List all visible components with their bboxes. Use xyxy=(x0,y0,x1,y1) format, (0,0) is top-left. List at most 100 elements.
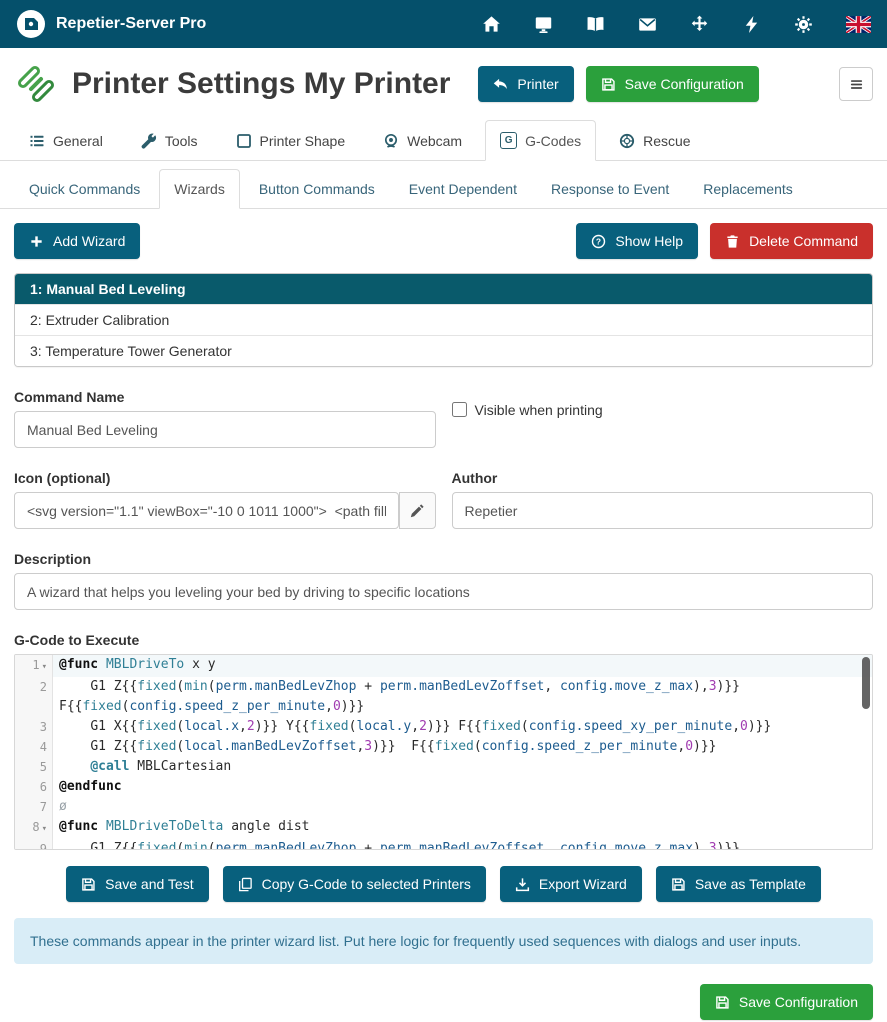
nav-home-button[interactable] xyxy=(482,15,501,34)
description-label: Description xyxy=(14,551,873,567)
button-label: Show Help xyxy=(615,233,683,249)
subtab-response-to-event[interactable]: Response to Event xyxy=(536,169,684,209)
download-icon xyxy=(515,877,530,892)
author-label: Author xyxy=(452,470,874,486)
line-number: 6 xyxy=(15,777,53,797)
save-button-label: Save Configuration xyxy=(625,76,744,92)
tab-general[interactable]: General xyxy=(14,120,118,161)
gcode-editor-lines: 1▾@func MBLDriveTo x y2 G1 Z{{fixed(min(… xyxy=(15,655,872,850)
line-number: 2 xyxy=(15,677,53,717)
home-icon xyxy=(482,15,501,34)
wizard-actions: Save and Test Copy G-Code to selected Pr… xyxy=(14,866,873,902)
mail-icon xyxy=(638,15,657,34)
top-navbar: Repetier-Server Pro xyxy=(0,0,887,48)
trash-icon xyxy=(725,234,740,249)
subtab-label: Quick Commands xyxy=(29,181,140,197)
code-line[interactable]: @func MBLDriveTo x y xyxy=(53,655,872,677)
menu-button[interactable] xyxy=(839,67,873,101)
icon-edit-button[interactable] xyxy=(399,492,436,529)
tab-rescue[interactable]: Rescue xyxy=(604,120,705,161)
save-icon xyxy=(601,77,616,92)
line-number: 8▾ xyxy=(15,817,53,839)
subtab-label: Response to Event xyxy=(551,181,669,197)
save-as-template-button[interactable]: Save as Template xyxy=(656,866,821,902)
wizard-list-item[interactable]: 2: Extruder Calibration xyxy=(15,304,872,335)
code-line[interactable]: G1 Z{{fixed(min(perm.manBedLevZhop + per… xyxy=(53,677,872,717)
subtab-wizards[interactable]: Wizards xyxy=(159,169,240,209)
save-configuration-button-bottom[interactable]: Save Configuration xyxy=(700,984,873,1020)
add-wizard-button[interactable]: Add Wizard xyxy=(14,223,140,259)
line-number: 3 xyxy=(15,717,53,737)
copy-icon xyxy=(238,877,253,892)
show-help-button[interactable]: Show Help xyxy=(576,223,698,259)
lifebuoy-icon xyxy=(619,133,635,149)
export-wizard-button[interactable]: Export Wizard xyxy=(500,866,642,902)
gcode-label: G-Code to Execute xyxy=(14,632,873,648)
pencil-icon xyxy=(409,503,425,519)
gcode-subtabs: Quick Commands Wizards Button Commands E… xyxy=(0,169,887,209)
save-configuration-button-top[interactable]: Save Configuration xyxy=(586,66,759,102)
save-and-test-button[interactable]: Save and Test xyxy=(66,866,208,902)
code-line[interactable]: @call MBLCartesian xyxy=(53,757,872,777)
display-icon xyxy=(534,15,553,34)
code-line[interactable]: @endfunc xyxy=(53,777,872,797)
subtab-label: Wizards xyxy=(174,181,225,197)
nav-fullscreen-button[interactable] xyxy=(690,15,709,34)
code-line[interactable]: G1 X{{fixed(local.x,2)}} Y{{fixed(local.… xyxy=(53,717,872,737)
book-icon xyxy=(586,15,605,34)
tab-label: General xyxy=(53,133,103,149)
editor-scrollbar[interactable] xyxy=(862,657,870,709)
info-text: These commands appear in the printer wiz… xyxy=(30,933,801,949)
copy-gcode-button[interactable]: Copy G-Code to selected Printers xyxy=(223,866,486,902)
question-icon xyxy=(591,234,606,249)
tab-webcam[interactable]: Webcam xyxy=(368,120,477,161)
subtab-label: Event Dependent xyxy=(409,181,517,197)
button-label: Save and Test xyxy=(105,876,193,892)
nav-settings-button[interactable] xyxy=(794,15,813,34)
command-name-input[interactable] xyxy=(14,411,436,448)
nav-manual-button[interactable] xyxy=(586,15,605,34)
app-logo-icon xyxy=(16,9,46,39)
visible-when-printing-checkbox[interactable] xyxy=(452,402,467,417)
subtab-event-dependent[interactable]: Event Dependent xyxy=(394,169,532,209)
navbar-icons xyxy=(482,15,871,34)
line-number: 9 xyxy=(15,839,53,850)
nav-language-button[interactable] xyxy=(846,16,871,33)
description-input[interactable] xyxy=(14,573,873,610)
settings-tabs: General Tools Printer Shape Webcam G G-C… xyxy=(0,120,887,161)
wizard-list-item[interactable]: 1: Manual Bed Leveling xyxy=(15,274,872,304)
subtab-replacements[interactable]: Replacements xyxy=(688,169,808,209)
command-name-label: Command Name xyxy=(14,389,436,405)
icon-svg-input[interactable] xyxy=(14,492,399,529)
printer-button[interactable]: Printer xyxy=(478,66,573,102)
subtab-button-commands[interactable]: Button Commands xyxy=(244,169,390,209)
nav-power-button[interactable] xyxy=(742,15,761,34)
delete-command-button[interactable]: Delete Command xyxy=(710,223,873,259)
nav-messages-button[interactable] xyxy=(638,15,657,34)
code-line[interactable]: ø xyxy=(53,797,872,817)
subtab-quick-commands[interactable]: Quick Commands xyxy=(14,169,155,209)
code-line[interactable]: @func MBLDriveToDelta angle dist xyxy=(53,817,872,839)
tab-label: G-Codes xyxy=(525,133,581,149)
wizard-list-item[interactable]: 3: Temperature Tower Generator xyxy=(15,335,872,366)
wrench-icon xyxy=(141,133,157,149)
info-box: These commands appear in the printer wiz… xyxy=(14,918,873,964)
icon-label: Icon (optional) xyxy=(14,470,436,486)
app-brand[interactable]: Repetier-Server Pro xyxy=(16,9,206,39)
save-icon xyxy=(81,877,96,892)
gcode-editor[interactable]: 1▾@func MBLDriveTo x y2 G1 Z{{fixed(min(… xyxy=(14,654,873,850)
uk-flag-icon xyxy=(846,16,871,33)
chain-link-icon xyxy=(14,62,58,106)
page-footer: Save Configuration xyxy=(0,964,887,1020)
author-input[interactable] xyxy=(452,492,874,529)
line-number: 1▾ xyxy=(15,655,53,677)
code-line[interactable]: G1 Z{{fixed(local.manBedLevZoffset,3)}} … xyxy=(53,737,872,757)
nav-display-button[interactable] xyxy=(534,15,553,34)
save-icon xyxy=(671,877,686,892)
tab-printer-shape[interactable]: Printer Shape xyxy=(221,120,361,161)
code-line[interactable]: G1 Z{{fixed(min(perm.manBedLevZhop + per… xyxy=(53,839,872,850)
tab-tools[interactable]: Tools xyxy=(126,120,213,161)
tab-label: Tools xyxy=(165,133,198,149)
tab-gcodes[interactable]: G G-Codes xyxy=(485,120,596,161)
plus-icon xyxy=(29,234,44,249)
